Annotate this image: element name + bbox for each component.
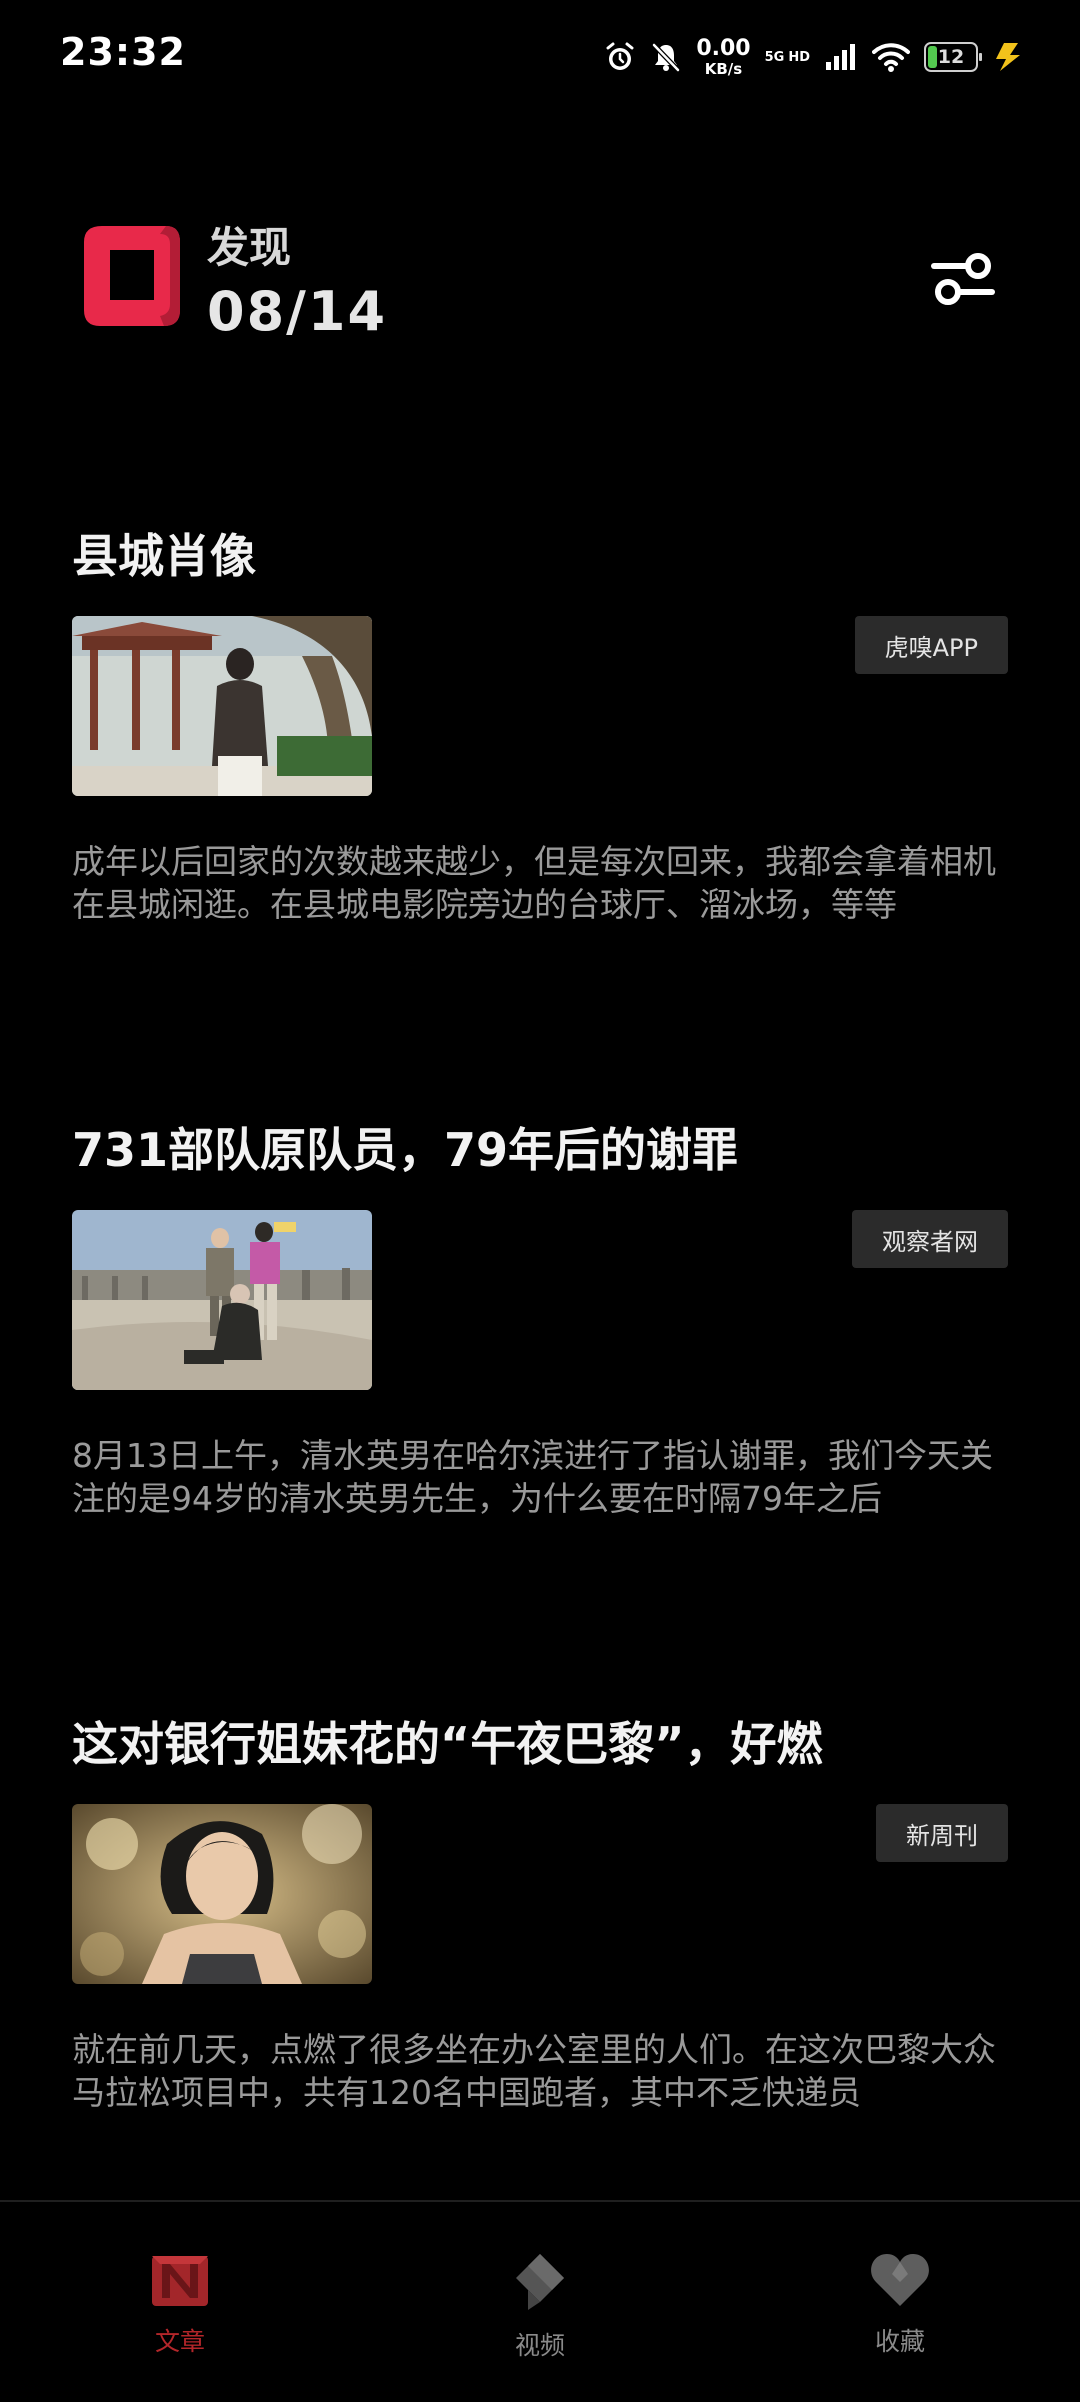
nav-label-favorites: 收藏	[874, 2327, 925, 2356]
nav-tab-articles[interactable]: 文章	[100, 2252, 260, 2358]
alarm-icon	[606, 42, 634, 70]
mute-icon	[652, 43, 681, 72]
nav-label-articles: 文章	[154, 2327, 205, 2356]
app-logo	[84, 226, 180, 326]
status-time: 23:32	[60, 30, 186, 74]
article-summary[interactable]: 就在前几天，点燃了很多坐在办公室里的人们。在这次巴黎大众马拉松项目中，共有120…	[72, 2028, 1008, 2114]
video-icon	[516, 2254, 564, 2310]
article-summary-text: 就在前几天，点燃了很多坐在办公室里的人们。在这次巴黎大众马拉松项目中，共有120…	[72, 2030, 996, 2112]
heart-icon	[871, 2254, 929, 2306]
article-summary-text: 成年以后回家的次数越来越少，但是每次回来，我都会拿着相机在县城闲逛。在县城电影院…	[72, 842, 996, 924]
status-bar: 23:32 0.00 KB/s 5G HD 12	[0, 0, 1080, 110]
article-source-badge[interactable]: 新周刊	[876, 1804, 1008, 1862]
article-thumbnail[interactable]	[72, 1210, 372, 1390]
network-speed-unit: KB/s	[704, 59, 743, 78]
wifi-icon	[872, 43, 910, 72]
nav-tab-videos[interactable]: 视频	[460, 2252, 620, 2362]
signal-icon	[826, 44, 855, 70]
article-title[interactable]: 731部队原队员，79年后的谢罪	[72, 1114, 738, 1180]
article-card[interactable]: 县城肖像 虎嗅APP 成年以后回家的次数越来越少，但是每次回来，我都会拿着相机在…	[72, 520, 1008, 940]
article-summary[interactable]: 成年以后回家的次数越来越少，但是每次回来，我都会拿着相机在县城闲逛。在县城电影院…	[72, 840, 1008, 926]
charging-icon	[996, 43, 1020, 71]
status-icons: 0.00 KB/s 5G HD 12	[604, 32, 1022, 82]
nav-label-videos: 视频	[514, 2331, 565, 2360]
nav-tab-favorites[interactable]: 收藏	[820, 2252, 980, 2358]
bottom-navigation: 文章 视频 收藏	[0, 2200, 1080, 2402]
page-date: 08/14	[207, 280, 388, 343]
network-type-5g: 5G	[764, 49, 785, 65]
article-summary-text: 8月13日上午，清水英男在哈尔滨进行了指认谢罪，我们今天关注的是94岁的清水英男…	[72, 1436, 993, 1518]
battery-icon: 12	[924, 42, 982, 72]
article-thumbnail[interactable]	[72, 1804, 372, 1984]
article-title[interactable]: 这对银行姐妹花的“午夜巴黎”，好燃	[72, 1708, 822, 1774]
network-speed: 0.00 KB/s	[696, 35, 751, 78]
article-card[interactable]: 731部队原队员，79年后的谢罪 观察者网 8月13日上午，清水英男在哈尔滨进行…	[72, 1114, 1008, 1534]
article-thumbnail[interactable]	[72, 616, 372, 796]
article-title[interactable]: 县城肖像	[72, 520, 256, 586]
article-source-badge[interactable]: 观察者网	[852, 1210, 1008, 1268]
article-icon	[152, 2256, 208, 2306]
article-card[interactable]: 这对银行姐妹花的“午夜巴黎”，好燃 新周刊 就在前几天，点燃了很多坐在办公室里的…	[72, 1708, 1008, 2128]
cellular-signal: 5G HD	[765, 51, 810, 64]
sliders-icon[interactable]	[926, 244, 1000, 314]
page-title: 发现	[207, 223, 292, 272]
battery-level: 12	[937, 46, 965, 68]
article-source-badge[interactable]: 虎嗅APP	[854, 616, 1008, 674]
network-speed-value: 0.00	[696, 35, 751, 61]
article-summary[interactable]: 8月13日上午，清水英男在哈尔滨进行了指认谢罪，我们今天关注的是94岁的清水英男…	[72, 1434, 1008, 1520]
network-type-hd: HD	[788, 49, 810, 65]
